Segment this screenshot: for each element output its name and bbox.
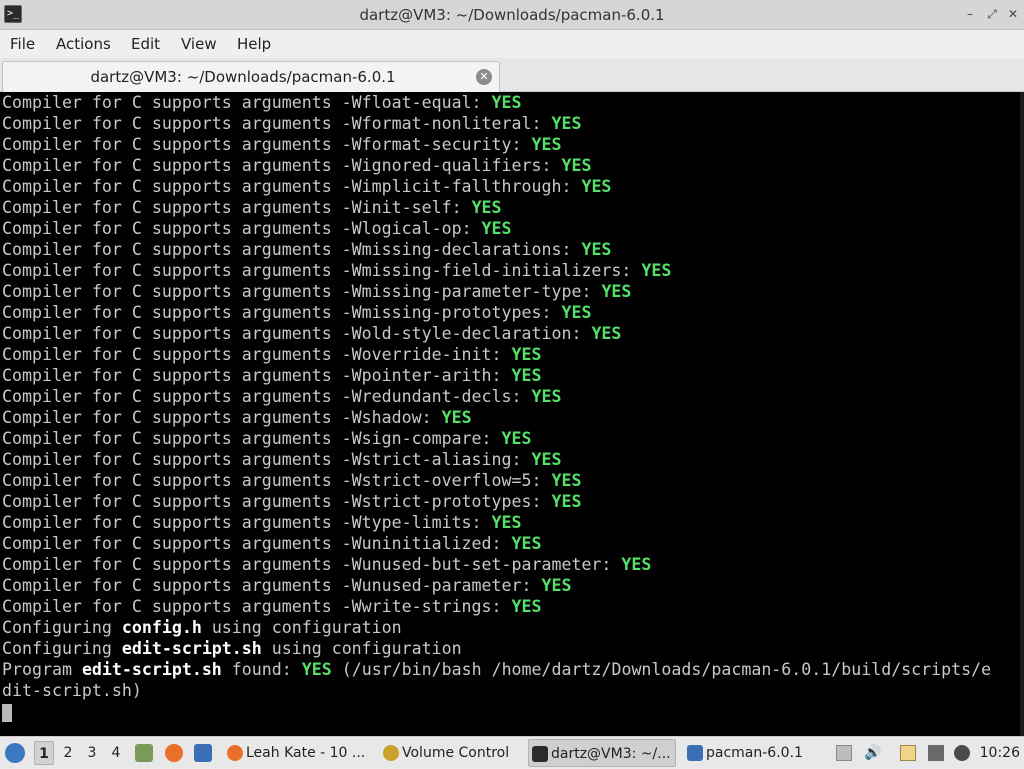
menu-edit[interactable]: Edit [129,30,162,58]
compiler-check-line: Compiler for C supports arguments -Wunin… [2,534,542,553]
desktop-launcher-icon[interactable] [194,744,212,762]
scroll-up-icon[interactable] [836,745,852,761]
terminal-icon [532,746,548,762]
task-label: Leah Kate - 10 ... [246,745,366,761]
start-menu-icon[interactable] [5,743,25,763]
compiler-check-line: Compiler for C supports arguments -Wredu… [2,387,562,406]
task-file-manager[interactable]: pacman-6.0.1 [684,739,814,767]
compiler-check-line: Compiler for C supports arguments -Wunus… [2,555,652,574]
task-label: Volume Control [402,745,510,761]
window-title: dartz@VM3: ~/Downloads/pacman-6.0.1 [359,6,665,24]
compiler-check-line: Compiler for C supports arguments -Wform… [2,114,582,133]
prompt-line[interactable] [0,701,1024,722]
program-found-continuation: dit-script.sh) [2,681,142,700]
folder-icon [687,745,703,761]
menu-actions[interactable]: Actions [54,30,113,58]
tab-label: dartz@VM3: ~/Downloads/pacman-6.0.1 [90,68,396,86]
compiler-check-line: Compiler for C supports arguments -Wmiss… [2,240,612,259]
compiler-check-line: Compiler for C supports arguments -Winit… [2,198,502,217]
task-firefox[interactable]: Leah Kate - 10 ... [224,739,374,767]
configuring-line: Configuring edit-script.sh using configu… [2,639,462,658]
compiler-check-line: Compiler for C supports arguments -Wform… [2,135,562,154]
workspace-3[interactable]: 3 [82,741,102,765]
terminal-scrollbar[interactable] [1020,92,1024,736]
clipboard-icon[interactable] [900,745,916,761]
compiler-check-line: Compiler for C supports arguments -Wunus… [2,576,572,595]
compiler-check-line: Compiler for C supports arguments -Wwrit… [2,597,542,616]
compiler-check-line: Compiler for C supports arguments -Wlogi… [2,219,512,238]
compiler-check-line: Compiler for C supports arguments -Wold-… [2,324,622,343]
firefox-icon [227,745,243,761]
compiler-check-lines: Compiler for C supports arguments -Wfloa… [0,92,1024,617]
tab-bar: dartz@VM3: ~/Downloads/pacman-6.0.1 ✕ [0,58,1024,92]
compiler-check-line: Compiler for C supports arguments -Wstri… [2,492,582,511]
compiler-check-line: Compiler for C supports arguments -Wstri… [2,450,562,469]
compiler-check-line: Compiler for C supports arguments -Wmiss… [2,303,592,322]
minimize-icon[interactable]: – [962,6,978,22]
terminal-tab[interactable]: dartz@VM3: ~/Downloads/pacman-6.0.1 ✕ [2,61,500,92]
compiler-check-line: Compiler for C supports arguments -Wigno… [2,156,592,175]
task-terminal[interactable]: dartz@VM3: ~/... [528,739,676,767]
network-icon[interactable] [928,745,944,761]
window-titlebar[interactable]: >_ dartz@VM3: ~/Downloads/pacman-6.0.1 –… [0,0,1024,30]
terminal-output[interactable]: Compiler for C supports arguments -Wfloa… [0,92,1024,736]
workspace-1[interactable]: 1 [34,741,54,765]
workspace-2[interactable]: 2 [58,741,78,765]
compiler-check-line: Compiler for C supports arguments -Wshad… [2,408,472,427]
bluetooth-icon[interactable] [954,745,970,761]
compiler-check-line: Compiler for C supports arguments -Wstri… [2,471,582,490]
close-icon[interactable]: ✕ [1005,6,1021,22]
compiler-check-line: Compiler for C supports arguments -Wsign… [2,429,532,448]
workspace-4[interactable]: 4 [106,741,126,765]
compiler-check-line: Compiler for C supports arguments -Wimpl… [2,177,612,196]
volume-icon[interactable]: 🔊 [864,745,881,761]
task-label: pacman-6.0.1 [706,745,803,761]
file-manager-launcher-icon[interactable] [135,744,153,762]
menu-file[interactable]: File [8,30,37,58]
compiler-check-line: Compiler for C supports arguments -Wpoin… [2,366,542,385]
menu-help[interactable]: Help [235,30,273,58]
taskbar: 1 2 3 4 Leah Kate - 10 ... Volume Contro… [0,736,1024,768]
tab-close-icon[interactable]: ✕ [476,69,492,85]
firefox-launcher-icon[interactable] [165,744,183,762]
program-found-line: Program edit-script.sh found: YES (/usr/… [2,660,992,679]
configuring-line: Configuring config.h using configuration [2,618,402,637]
compiler-check-line: Compiler for C supports arguments -Wover… [2,345,542,364]
text-cursor [2,704,12,722]
task-volume-control[interactable]: Volume Control [380,739,520,767]
compiler-check-line: Compiler for C supports arguments -Wtype… [2,513,522,532]
compiler-check-line: Compiler for C supports arguments -Wfloa… [2,93,522,112]
menu-bar: File Actions Edit View Help [0,30,1024,58]
volume-control-icon [383,745,399,761]
menu-view[interactable]: View [179,30,219,58]
maximize-icon[interactable]: ⤢ [984,6,1000,22]
compiler-check-line: Compiler for C supports arguments -Wmiss… [2,261,672,280]
clock[interactable]: 10:26 [980,737,1020,769]
compiler-check-line: Compiler for C supports arguments -Wmiss… [2,282,632,301]
task-label: dartz@VM3: ~/... [551,746,671,762]
